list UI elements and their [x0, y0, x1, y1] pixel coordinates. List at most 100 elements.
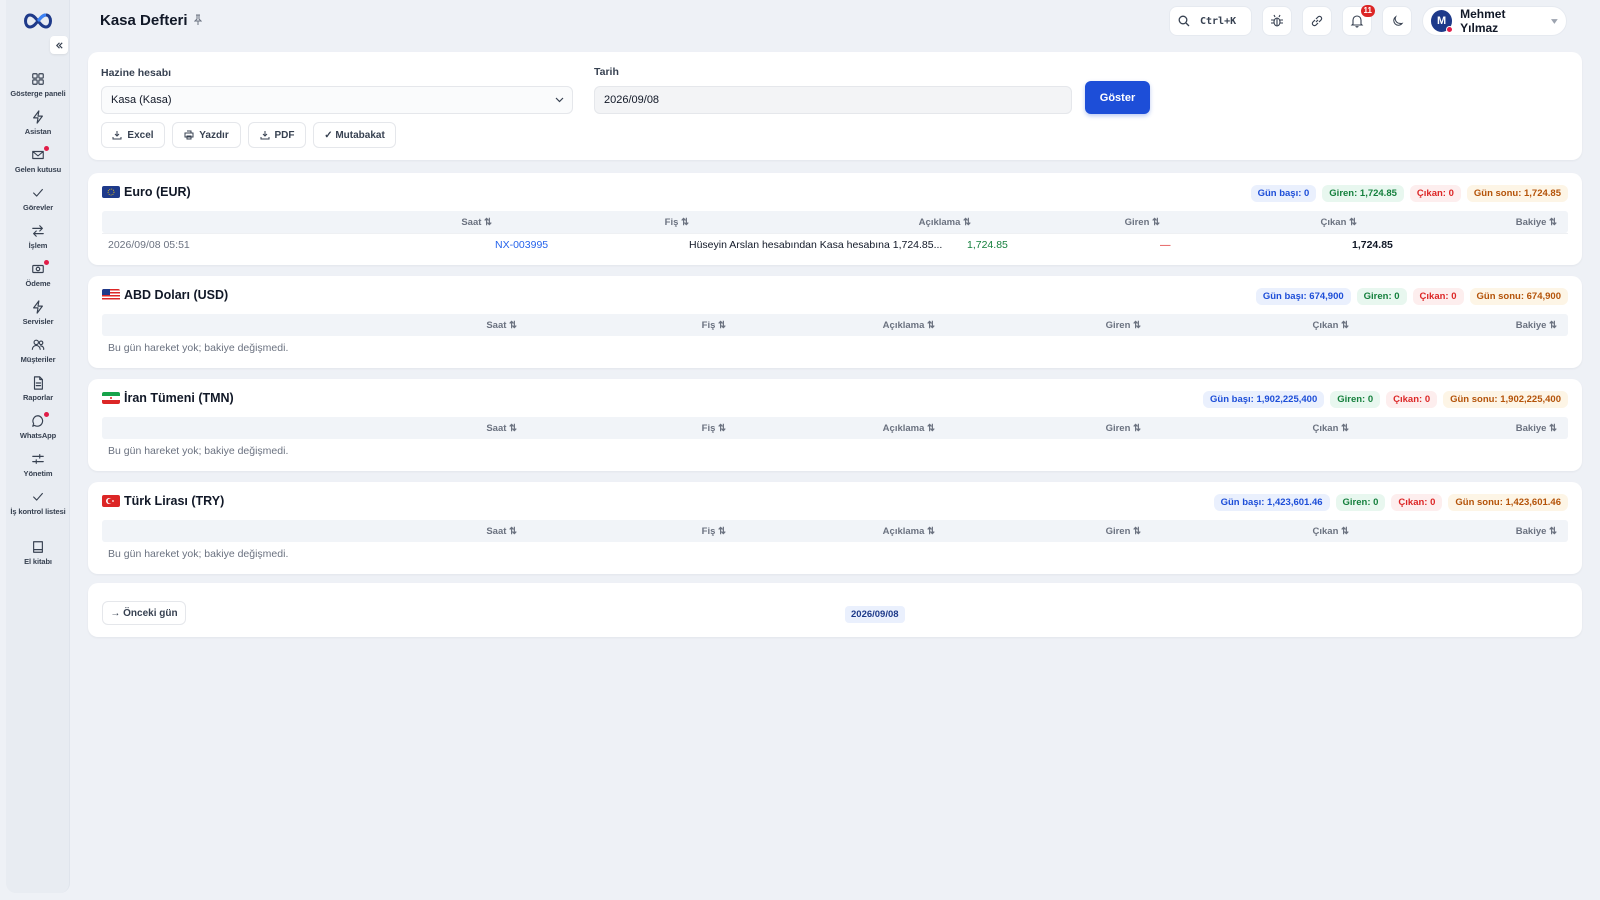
column-header[interactable]: Saat ⇅	[486, 423, 517, 434]
column-header[interactable]: Giren ⇅	[1125, 217, 1160, 228]
page-title: Kasa Defteri	[100, 12, 188, 29]
column-header[interactable]: Çıkan ⇅	[1313, 526, 1349, 537]
collapse-sidebar-button[interactable]	[50, 36, 68, 54]
sidebar-item-label: Raporlar	[22, 393, 54, 402]
dashboard-icon	[30, 71, 46, 87]
sidebar-item-8[interactable]: Müşteriler	[6, 332, 70, 369]
row-incoming: 1,724.85	[967, 239, 1008, 251]
search-button[interactable]: Ctrl+K	[1169, 6, 1252, 36]
sidebar-item-label: Yönetim	[23, 469, 53, 478]
search-icon	[1178, 15, 1190, 27]
ir-flag-icon	[102, 392, 120, 404]
currency-card-us: ABD Doları (USD) Gün başı: 674,900 Giren: …	[88, 276, 1582, 368]
check-icon	[30, 185, 46, 201]
table-header: Saat ⇅ Fiş ⇅ Açıklama ⇅ Giren ⇅ Çıkan ⇅ Bakiy…	[102, 211, 1568, 233]
eu-flag-icon	[102, 186, 120, 198]
currency-title: Euro (EUR)	[124, 185, 191, 199]
print-button[interactable]: Yazdır	[172, 122, 241, 148]
opening-balance-badge: Gün başı: 674,900	[1255, 288, 1351, 305]
selected-account: Kasa (Kasa)	[111, 94, 172, 106]
column-header[interactable]: Saat ⇅	[486, 526, 517, 537]
column-header[interactable]: Giren ⇅	[1106, 320, 1141, 331]
sidebar-item-11[interactable]: Yönetim	[6, 446, 70, 483]
sidebar: Gösterge paneli Asistan Gelen kutusu Görevl…	[6, 0, 70, 893]
sidebar-item-label: El kitabı	[24, 557, 52, 566]
sidebar-item-3[interactable]: Gelen kutusu	[6, 142, 70, 179]
previous-day-button[interactable]: → Önceki gün	[102, 601, 186, 625]
column-header[interactable]: Bakiye ⇅	[1516, 217, 1557, 228]
tr-flag-icon	[102, 495, 120, 507]
sidebar-item-5[interactable]: İşlem	[6, 218, 70, 255]
column-header[interactable]: Fiş ⇅	[702, 320, 726, 331]
incoming-badge: Giren: 0	[1330, 391, 1381, 408]
show-button[interactable]: Göster	[1085, 81, 1150, 114]
dark-mode-toggle[interactable]	[1382, 6, 1412, 36]
sidebar-item-label: İşlem	[28, 241, 48, 250]
column-header[interactable]: Bakiye ⇅	[1516, 526, 1557, 537]
sidebar-item-label: Müşteriler	[20, 355, 56, 364]
summary-badges: Gün başı: 674,900 Giren: 0 Çıkan: 0 Gün son…	[1255, 288, 1568, 305]
bolt-icon	[30, 109, 46, 125]
sidebar-item-2[interactable]: Asistan	[6, 104, 70, 141]
column-header[interactable]: Giren ⇅	[1106, 526, 1141, 537]
reconcile-button[interactable]: ✓ Mutabakat	[313, 122, 396, 148]
top-bar: Kasa Defteri Ctrl+K 11 M Mehmet Yılmaz	[70, 0, 1600, 44]
sidebar-item-6[interactable]: Ödeme	[6, 256, 70, 293]
sidebar-item-4[interactable]: Görevler	[6, 180, 70, 217]
search-shortcut: Ctrl+K	[1200, 15, 1237, 27]
pin-icon[interactable]	[194, 14, 202, 26]
sidebar-item-13[interactable]: El kitabı	[6, 534, 70, 571]
column-header[interactable]: Fiş ⇅	[665, 217, 689, 228]
bell-icon	[1350, 15, 1364, 28]
voucher-link[interactable]: NX-003995	[495, 239, 548, 251]
column-header[interactable]: Giren ⇅	[1106, 423, 1141, 434]
pdf-export-button[interactable]: PDF	[248, 122, 306, 148]
column-header[interactable]: Çıkan ⇅	[1321, 217, 1357, 228]
column-header[interactable]: Açıklama ⇅	[883, 423, 935, 434]
outgoing-badge: Çıkan: 0	[1386, 391, 1438, 408]
unread-dot	[44, 146, 49, 151]
column-header[interactable]: Açıklama ⇅	[883, 526, 935, 537]
date-label: Tarih	[594, 66, 619, 78]
sidebar-item-1[interactable]: Gösterge paneli	[6, 66, 70, 103]
column-header[interactable]: Fiş ⇅	[702, 526, 726, 537]
column-header[interactable]: Çıkan ⇅	[1313, 423, 1349, 434]
currency-card-eu: Euro (EUR) Gün başı: 0 Giren: 1,724.85 Çıka…	[88, 173, 1582, 265]
app-logo-icon[interactable]	[21, 12, 55, 30]
column-header[interactable]: Fiş ⇅	[702, 423, 726, 434]
notification-count-badge: 11	[1360, 5, 1375, 17]
table-header: Saat ⇅ Fiş ⇅ Açıklama ⇅ Giren ⇅ Çıkan ⇅ Bakiy…	[102, 520, 1568, 542]
bug-report-button[interactable]	[1262, 6, 1292, 36]
excel-export-button[interactable]: Excel	[101, 122, 165, 148]
users-icon	[30, 337, 46, 353]
user-menu[interactable]: M Mehmet Yılmaz	[1422, 6, 1567, 36]
table-row[interactable]: 2026/09/08 05:51 NX-003995 Hüseyin Arslan …	[102, 233, 1568, 255]
column-header[interactable]: Çıkan ⇅	[1313, 320, 1349, 331]
column-header[interactable]: Saat ⇅	[461, 217, 492, 228]
closing-balance-badge: Gün sonu: 1,724.85	[1466, 185, 1568, 202]
currency-card-ir: İran Tümeni (TMN) Gün başı: 1,902,225,400…	[88, 379, 1582, 471]
column-header[interactable]: Saat ⇅	[486, 320, 517, 331]
double-chevron-left-icon	[55, 41, 63, 49]
account-label: Hazine hesabı	[101, 67, 172, 79]
notifications-button[interactable]: 11	[1342, 5, 1375, 36]
row-time: 2026/09/08 05:51	[108, 239, 190, 251]
avatar: M	[1431, 10, 1454, 33]
treasury-account-select[interactable]: Kasa (Kasa)	[101, 86, 573, 114]
date-input[interactable]: 2026/09/08	[594, 86, 1072, 114]
opening-balance-badge: Gün başı: 1,423,601.46	[1213, 494, 1330, 511]
sidebar-item-label: Servisler	[22, 317, 54, 326]
check-icon	[30, 489, 46, 505]
column-header[interactable]: Açıklama ⇅	[919, 217, 971, 228]
column-header[interactable]: Açıklama ⇅	[883, 320, 935, 331]
column-header[interactable]: Bakiye ⇅	[1516, 423, 1557, 434]
sidebar-item-7[interactable]: Servisler	[6, 294, 70, 331]
day-navigation: → Önceki gün 2026/09/08	[88, 583, 1582, 637]
sidebar-item-9[interactable]: Raporlar	[6, 370, 70, 407]
empty-state-message: Bu gün hareket yok; bakiye değişmedi.	[108, 548, 289, 560]
incoming-badge: Giren: 1,724.85	[1322, 185, 1404, 202]
sidebar-item-12[interactable]: İş kontrol listesi	[6, 484, 70, 521]
sidebar-item-10[interactable]: WhatsApp	[6, 408, 70, 445]
column-header[interactable]: Bakiye ⇅	[1516, 320, 1557, 331]
link-button[interactable]	[1302, 6, 1332, 36]
